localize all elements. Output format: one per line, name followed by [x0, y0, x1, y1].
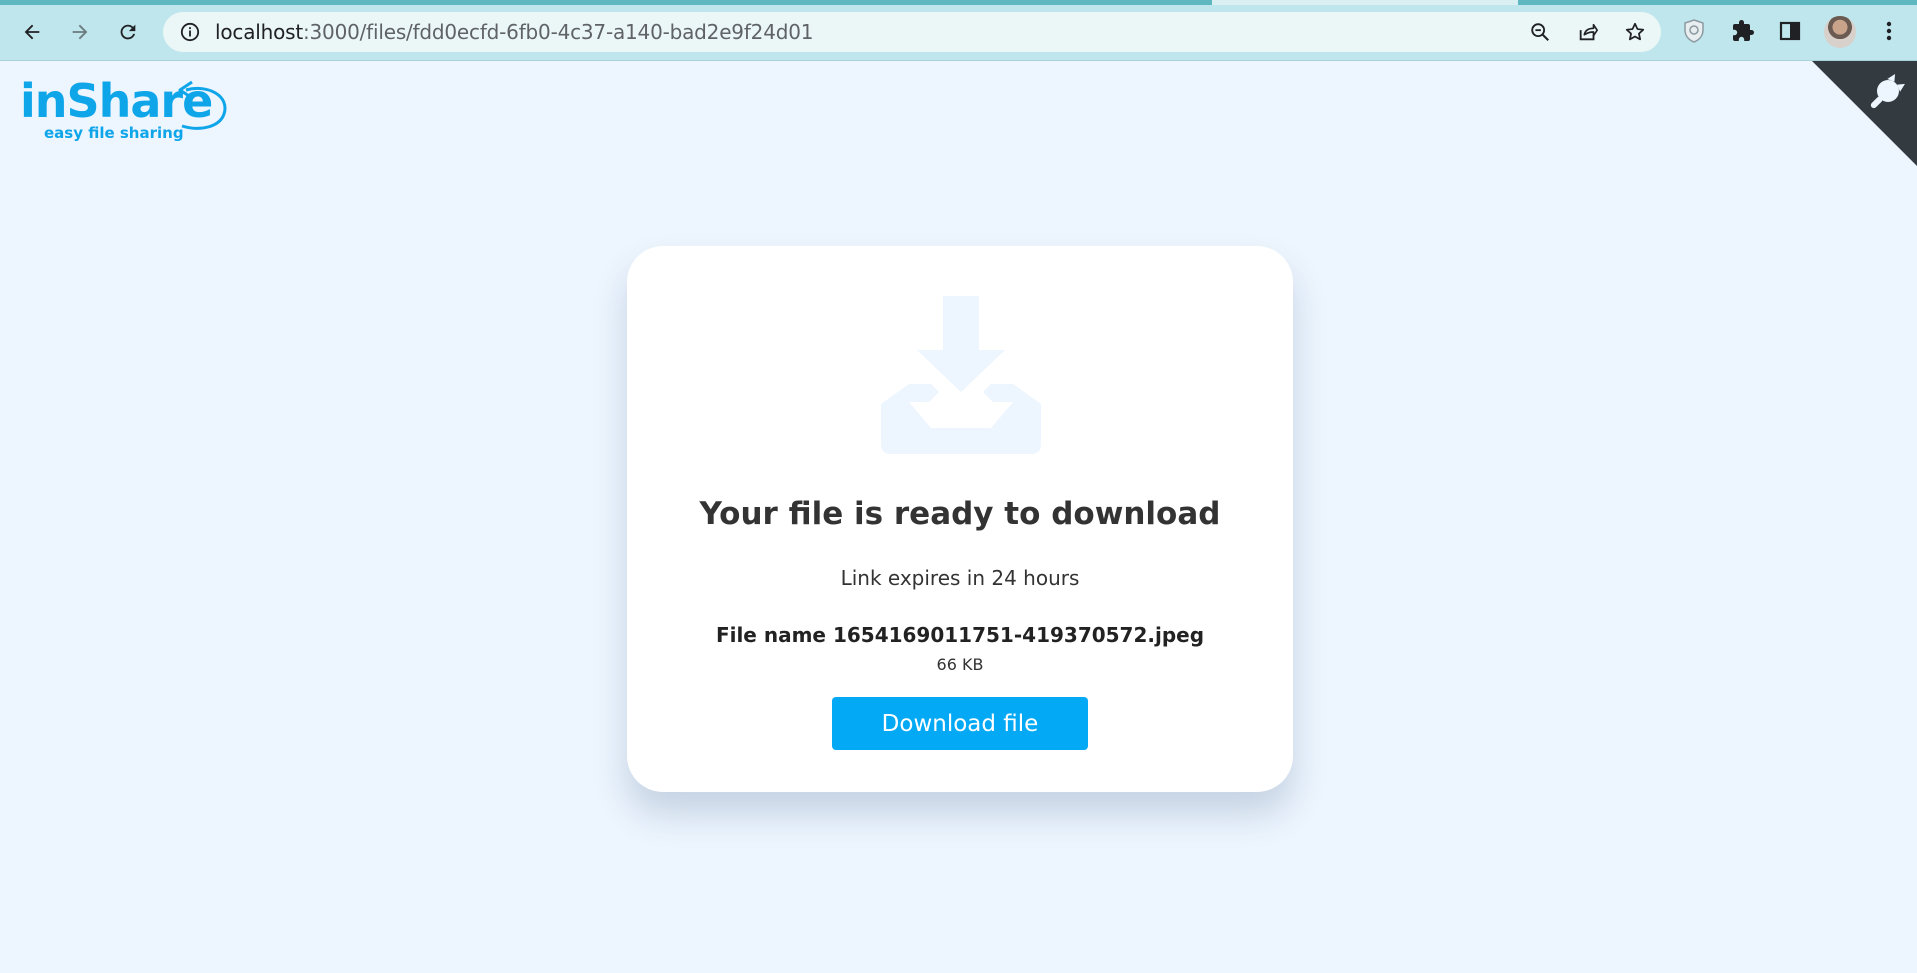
- url-text[interactable]: localhost:3000/files/fdd0ecfd-6fb0-4c37-…: [215, 20, 813, 44]
- download-tray-icon: [881, 296, 1041, 454]
- url-path: :3000/files/fdd0ecfd-6fb0-4c37-a140-bad2…: [302, 20, 814, 44]
- forward-icon: [72, 24, 88, 40]
- download-file-button[interactable]: Download file: [832, 697, 1088, 750]
- link-expiry-text: Link expires in 24 hours: [840, 566, 1080, 590]
- file-name: File name 1654169011751-419370572.jpeg: [715, 623, 1205, 647]
- download-card: Your file is ready to download Link expi…: [627, 246, 1293, 792]
- logo-arrow-icon: [178, 80, 227, 130]
- tab-indicator: [1518, 0, 1917, 5]
- zoom-out-icon[interactable]: [1528, 20, 1552, 44]
- back-icon: [24, 24, 40, 40]
- puzzle-icon[interactable]: [1730, 18, 1756, 44]
- github-corner-icon[interactable]: [1812, 61, 1917, 166]
- address-bar[interactable]: localhost:3000/files/fdd0ecfd-6fb0-4c37-…: [163, 12, 1661, 52]
- info-icon[interactable]: [179, 21, 201, 43]
- star-icon[interactable]: [1623, 20, 1647, 44]
- tab-strip: [0, 0, 1917, 5]
- back-button[interactable]: [14, 14, 50, 50]
- reload-button[interactable]: [110, 14, 146, 50]
- url-host: localhost: [215, 20, 303, 44]
- browser-toolbar: localhost:3000/files/fdd0ecfd-6fb0-4c37-…: [0, 0, 1917, 61]
- forward-button[interactable]: [62, 14, 98, 50]
- kebab-menu-icon[interactable]: [1876, 18, 1902, 44]
- side-panel-icon[interactable]: [1777, 18, 1803, 44]
- shield-extension-icon[interactable]: [1681, 18, 1707, 44]
- tab-indicator: [0, 0, 1212, 5]
- file-size: 66 KB: [936, 655, 984, 674]
- profile-avatar[interactable]: [1824, 16, 1856, 48]
- reload-icon: [120, 24, 136, 40]
- logo[interactable]: inShare easy file sharing: [20, 78, 227, 142]
- share-icon[interactable]: [1576, 20, 1600, 44]
- card-title: Your file is ready to download: [699, 496, 1221, 532]
